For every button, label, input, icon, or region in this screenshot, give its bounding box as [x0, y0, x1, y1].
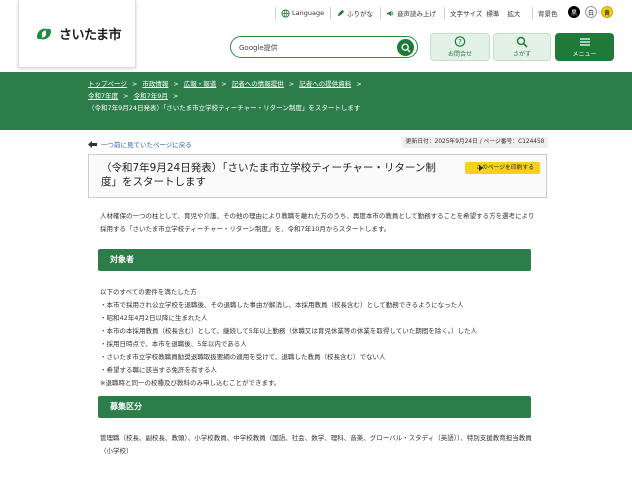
list-item: ・さいたま市立学校教職員勧奨退職取扱要綱の適用を受けて、退職した教員（校長含む）… — [100, 353, 386, 361]
list-item: ・本市で採用され公立学校を退職後、その退職した事由が解消し、本採用教員（校長含む… — [100, 301, 464, 309]
breadcrumb: トップページ > 市政情報 > 広報・報道 > 記者への情報提供 > 記者への提供資料 > 令和7… — [88, 78, 508, 114]
hamburger-icon — [579, 38, 590, 46]
menu-label: メニュー — [572, 51, 597, 58]
bg-black-button[interactable]: 黒 — [568, 6, 580, 18]
divider — [532, 7, 533, 19]
list-item: ・昭和42年4月2日以降に生まれた人 — [100, 314, 208, 322]
voice-reading-link[interactable]: 音声読み上げ — [380, 7, 436, 19]
title-box: （令和7年9月24日発表）「さいたま市立学校ティーチャー・リターン制度」をスター… — [88, 154, 547, 198]
divider — [380, 7, 381, 19]
list-item: ・本市の本採用教員（校長含む）として、継続して5年以上勤務（休職又は育児休業等の… — [100, 327, 477, 335]
breadcrumb-sep: > — [123, 92, 129, 100]
menu-button[interactable]: メニュー — [555, 33, 614, 61]
logo-text: さいたま市 — [58, 28, 122, 43]
list-item: ※退職時と同一の校種及び教科のみ申し込むことができます。 — [100, 379, 281, 387]
font-size-standard-button[interactable]: 標準 — [486, 8, 499, 18]
language-link[interactable]: Language — [275, 7, 325, 19]
category-text: 管理職（校長、副校長、教頭）、小学校教員、中学校教員（国語、社会、数学、理科、音… — [100, 434, 532, 455]
language-label: Language — [292, 9, 325, 17]
saitama-city-logo-icon — [33, 23, 54, 44]
bg-color-control: 背景色 — [532, 7, 558, 19]
furigana-label: ふりがな — [347, 10, 373, 18]
bg-color-label: 背景色 — [538, 10, 558, 18]
bg-yellow-button[interactable]: 黄 — [601, 6, 613, 18]
search-box — [230, 36, 418, 58]
back-link[interactable]: 一つ前に見ていたページに戻る — [88, 139, 192, 149]
section-heading-target: 対象者 — [98, 249, 531, 271]
breadcrumb-sep: > — [356, 80, 362, 88]
section-heading-category: 募集区分 — [98, 396, 531, 418]
update-info: 更新日付：2025年9月24日 / ページ番号：C124458 — [402, 137, 548, 148]
breadcrumb-sep: > — [173, 80, 179, 88]
font-size-large-button[interactable]: 拡大 — [507, 8, 520, 18]
breadcrumb-sep: > — [172, 92, 179, 100]
intro-text: 人材確保の一つの柱として、育児や介護、その他の理由により教職を離れた方のうち、再… — [100, 212, 535, 233]
breadcrumb-top[interactable]: トップページ — [88, 80, 127, 88]
print-label: このページを印刷する — [476, 165, 534, 171]
contact-label: お問合せ — [447, 51, 472, 58]
breadcrumb-koho[interactable]: 広報・報道 — [184, 80, 217, 88]
breadcrumb-shisei[interactable]: 市政情報 — [142, 80, 168, 88]
breadcrumb-month[interactable]: 令和7年9月 — [134, 92, 168, 100]
font-size-label: 文字サイズ — [450, 10, 483, 18]
globe-icon — [281, 8, 290, 18]
contact-button[interactable]: ? お問合せ — [430, 33, 490, 61]
question-icon: ? — [454, 36, 466, 47]
breadcrumb-sep: > — [221, 80, 227, 88]
divider — [275, 7, 276, 19]
furigana-link[interactable]: ふりがな — [330, 7, 373, 19]
search-nav-button[interactable]: さがす — [493, 33, 551, 61]
breadcrumb-sep: > — [288, 80, 295, 88]
breadcrumb-kisha-shiryo[interactable]: 記者への提供資料 — [299, 80, 351, 88]
magnifier-icon — [516, 36, 528, 48]
pencil-icon — [337, 9, 345, 16]
back-arrow-icon — [88, 140, 97, 148]
list-item: ・希望する職に該当する免許を有する人 — [100, 366, 217, 374]
list-item: 以下のすべての要件を満たした方 — [100, 288, 197, 296]
back-link-label: 一つ前に見ていたページに戻る — [101, 141, 192, 149]
voice-reading-label: 音声読み上げ — [397, 10, 436, 18]
svg-text:?: ? — [458, 38, 462, 46]
search-input[interactable] — [239, 40, 389, 55]
font-size-control: 文字サイズ 標準 拡大 — [444, 7, 520, 19]
target-list: 以下のすべての要件を満たした方 ・本市で採用され公立学校を退職後、その退職した事… — [100, 286, 536, 390]
list-item: ・採用日時点で、本市を退職後、5年以内である人 — [100, 340, 247, 348]
page: さいたま市 Language ふりがな 音声読み上げ 文字サイズ 標準 拡大 背… — [0, 0, 632, 480]
search-icon — [401, 43, 410, 52]
breadcrumb-sep: > — [131, 80, 138, 88]
divider — [444, 7, 445, 19]
breadcrumb-kisha-joho[interactable]: 記者への情報提供 — [232, 80, 284, 88]
page-title: （令和7年9月24日発表）「さいたま市立学校ティーチャー・リターン制度」をスター… — [101, 162, 436, 188]
search-nav-label: さがす — [512, 51, 531, 58]
search-submit-button[interactable] — [397, 39, 414, 56]
speaker-icon — [386, 10, 394, 16]
bg-white-button[interactable]: 白 — [585, 6, 597, 18]
breadcrumb-current: （令和7年9月24日発表）「さいたま市立学校ティーチャー・リターン制度」をスター… — [88, 104, 361, 112]
divider — [330, 7, 331, 19]
print-button[interactable]: このページを印刷する — [465, 162, 540, 174]
breadcrumb-fy[interactable]: 令和7年度 — [88, 92, 118, 100]
site-logo[interactable]: さいたま市 — [18, 0, 136, 68]
